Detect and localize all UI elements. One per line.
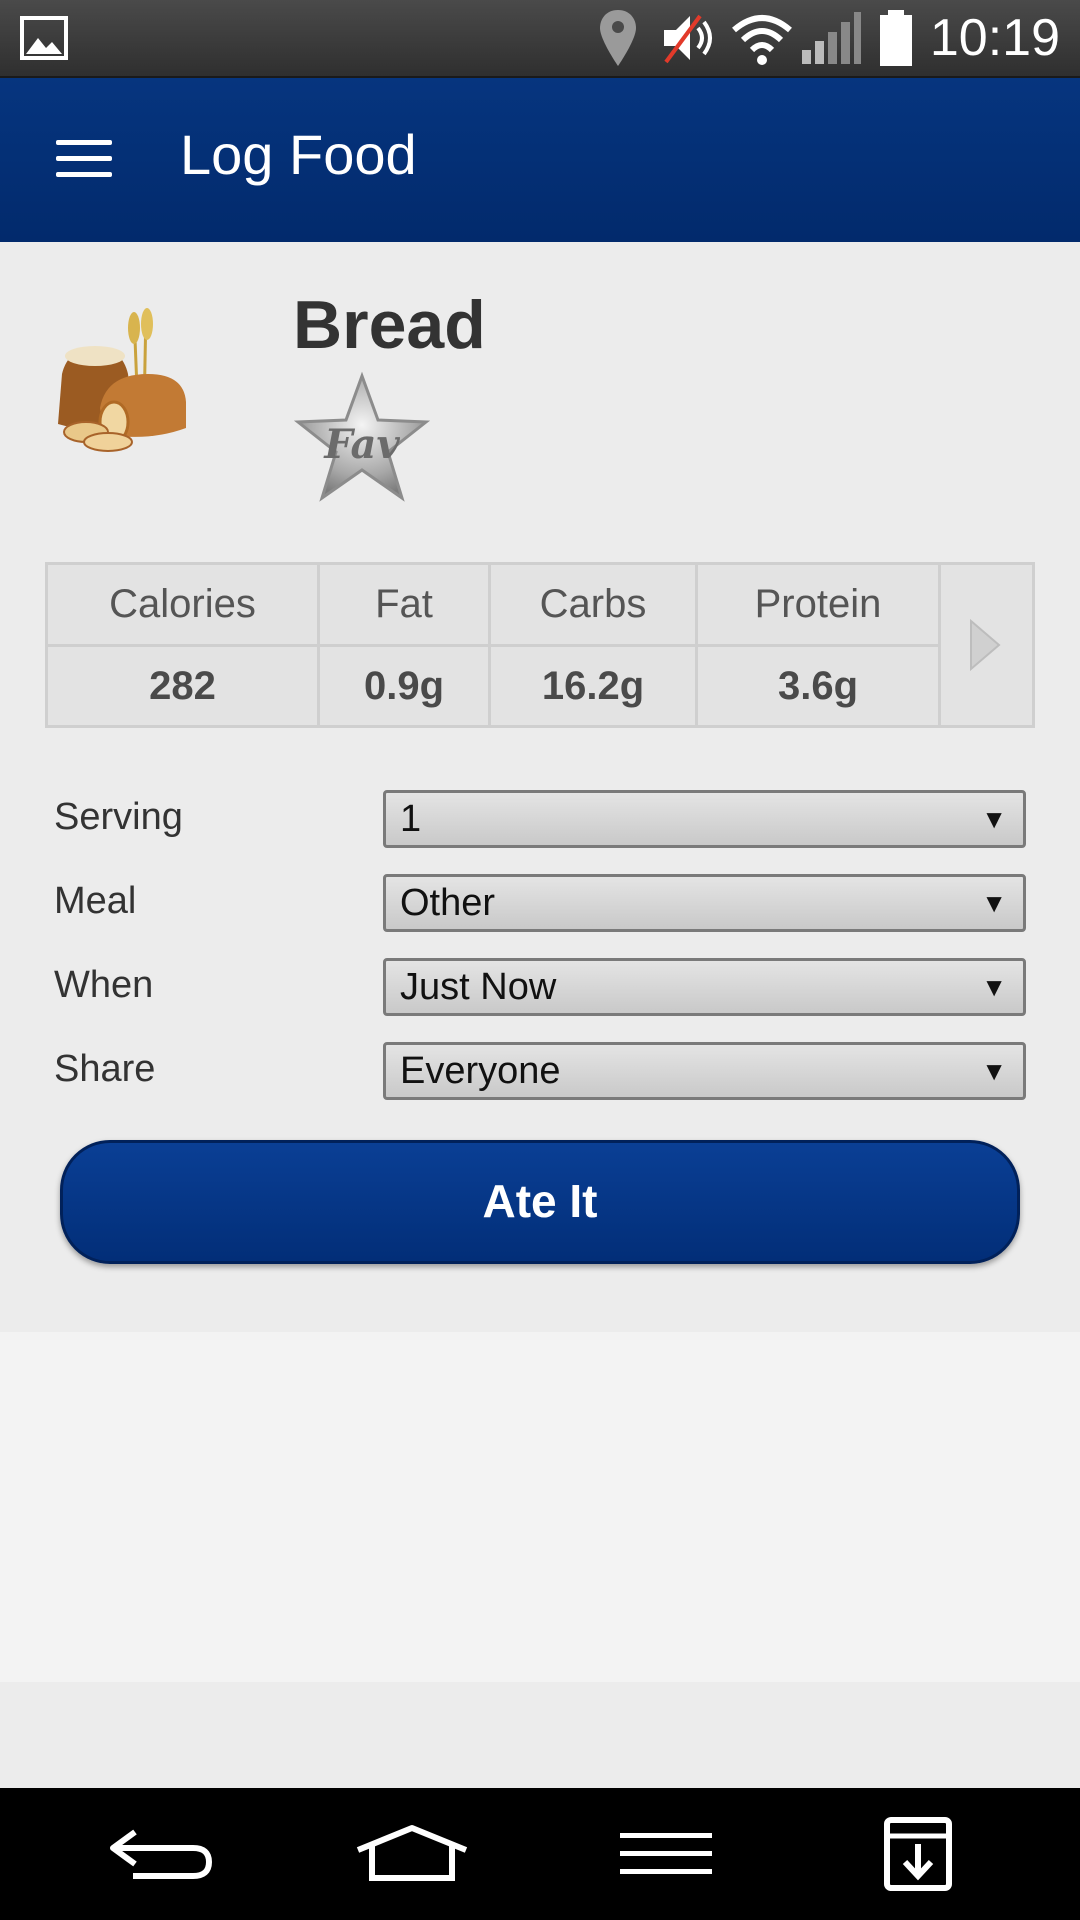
- food-log-panel: Bread Fav Calories 282 Fat 0.9g Carbs 16: [0, 242, 1080, 1332]
- hamburger-menu-icon[interactable]: [50, 128, 116, 190]
- nutrition-label: Carbs: [491, 565, 695, 647]
- app-header: Log Food: [0, 78, 1080, 242]
- nutrition-column: Calories 282: [48, 565, 320, 725]
- menu-icon[interactable]: [606, 1814, 726, 1894]
- nutrition-value: 0.9g: [363, 664, 445, 708]
- clock: 10:19: [929, 9, 1060, 67]
- muted-volume-icon: [660, 8, 720, 68]
- share-row: Share Everyone ▼: [0, 1042, 1080, 1104]
- ate-it-button[interactable]: Ate It: [60, 1140, 1020, 1264]
- when-row: When Just Now ▼: [0, 958, 1080, 1020]
- image-icon: [20, 8, 68, 68]
- page-title: Log Food: [180, 123, 417, 186]
- share-label: Share: [54, 1048, 156, 1090]
- nutrition-table: Calories 282 Fat 0.9g Carbs 16.2g Protei…: [45, 562, 1035, 728]
- nutrition-label: Fat: [320, 565, 488, 647]
- footer-strip: [0, 1682, 1080, 1788]
- nutrition-column: Protein 3.6g: [698, 565, 941, 725]
- share-select[interactable]: Everyone ▼: [383, 1042, 1026, 1100]
- empty-area: [0, 1332, 1080, 1682]
- serving-select[interactable]: 1 ▼: [383, 790, 1026, 848]
- nutrition-value: 16.2g: [541, 664, 645, 708]
- wifi-icon: [730, 8, 794, 68]
- status-bar: 10:19: [0, 0, 1080, 78]
- favorite-star-icon[interactable]: Fav: [292, 370, 432, 510]
- location-icon: [596, 8, 640, 68]
- nutrition-label: Protein: [698, 565, 938, 647]
- meal-row: Meal Other ▼: [0, 874, 1080, 936]
- nutrition-label: Calories: [48, 565, 317, 647]
- back-icon[interactable]: [100, 1814, 220, 1894]
- chevron-down-icon: ▼: [981, 1056, 1007, 1086]
- nutrition-column: Carbs 16.2g: [491, 565, 698, 725]
- battery-icon: [876, 8, 916, 68]
- meal-select[interactable]: Other ▼: [383, 874, 1026, 932]
- when-select[interactable]: Just Now ▼: [383, 958, 1026, 1016]
- meal-value: Other: [400, 882, 496, 924]
- when-label: When: [54, 964, 154, 1006]
- home-icon[interactable]: [352, 1814, 472, 1894]
- nutrition-column: Fat 0.9g: [320, 565, 491, 725]
- food-name: Bread: [293, 287, 486, 363]
- chevron-down-icon: ▼: [981, 804, 1007, 834]
- serving-row: Serving 1 ▼: [0, 790, 1080, 852]
- nutrition-value: 282: [149, 664, 216, 708]
- when-value: Just Now: [400, 966, 557, 1008]
- serving-value: 1: [400, 798, 422, 840]
- chevron-down-icon: ▼: [981, 888, 1007, 918]
- chevron-down-icon: ▼: [981, 972, 1007, 1002]
- download-icon[interactable]: [858, 1814, 978, 1894]
- fav-label: Fav: [323, 421, 400, 468]
- meal-label: Meal: [54, 880, 137, 922]
- share-value: Everyone: [400, 1050, 561, 1092]
- signal-icon: [800, 8, 862, 68]
- serving-label: Serving: [54, 796, 183, 838]
- bread-food-icon: [52, 304, 192, 454]
- nutrition-value: 3.6g: [777, 664, 859, 708]
- next-arrow-icon[interactable]: [938, 565, 1032, 725]
- navigation-bar: [0, 1788, 1080, 1920]
